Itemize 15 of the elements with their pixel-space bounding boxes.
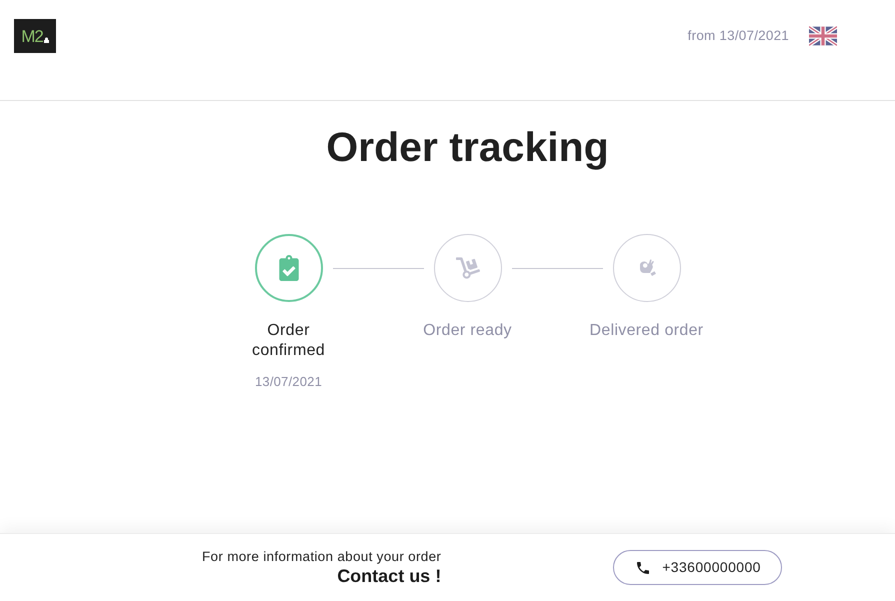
phone-button[interactable]: +33600000000: [613, 550, 782, 585]
info-text: For more information about your order: [202, 548, 442, 565]
logo[interactable]: M2: [14, 19, 56, 53]
step-label: Delivered order: [588, 321, 704, 341]
step-label: Order ready: [422, 321, 513, 341]
step-date: 13/07/2021: [254, 373, 322, 391]
step-label: Order confirmed: [251, 321, 326, 361]
lock-icon: [44, 37, 49, 43]
date-text: from 13/07/2021: [688, 27, 789, 45]
page-title: Order tracking: [326, 123, 609, 172]
dolly-icon: [456, 256, 480, 280]
contact-heading: Contact us !: [337, 565, 442, 587]
clipboard-check-icon: [278, 255, 298, 281]
flag-icon[interactable]: [809, 26, 837, 46]
phone-icon: [635, 560, 652, 576]
